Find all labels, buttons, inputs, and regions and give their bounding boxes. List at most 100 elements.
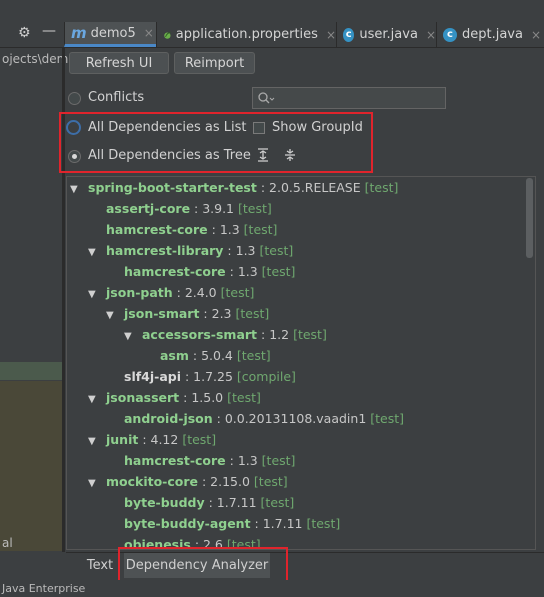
tree-row[interactable]: asm : 5.0.4 [test]	[142, 345, 271, 366]
dependency-scope: [test]	[255, 243, 294, 258]
maven-m-icon: m	[71, 24, 87, 42]
editor-tab-bar: ⚙ — m demo5 × application.properties × c…	[0, 22, 544, 48]
dependency-tree[interactable]: ▼ spring-boot-starter-test : 2.0.5.RELEAS…	[66, 176, 536, 550]
dependency-scope: [test]	[249, 474, 288, 489]
status-bar: Java Enterprise	[0, 580, 544, 597]
class-c-icon: c	[343, 27, 355, 42]
dependency-scope: [test]	[257, 453, 296, 468]
tree-row[interactable]: ▼ hamcrest-library : 1.3 [test]	[88, 240, 293, 261]
dependency-version: : 1.3	[225, 453, 258, 468]
minimize-icon[interactable]: —	[42, 23, 56, 39]
tree-row[interactable]: ▼ accessors-smart : 1.2 [test]	[124, 324, 327, 345]
dependency-name: accessors-smart	[142, 327, 258, 342]
dependency-name: slf4j-api	[124, 369, 182, 384]
tree-scrollbar[interactable]	[526, 178, 533, 258]
dependency-name: hamcrest-core	[106, 222, 208, 237]
dependency-version: : 1.3	[207, 222, 240, 237]
expand-toggle-icon[interactable]: ▼	[88, 389, 100, 410]
dependency-name: android-json	[124, 411, 213, 426]
dependency-version: : 0.0.20131108.vaadin1	[212, 411, 367, 426]
tree-row[interactable]: assertj-core : 3.9.1 [test]	[88, 198, 272, 219]
expand-toggle-icon[interactable]: ▼	[70, 179, 82, 200]
spring-leaf-icon	[164, 31, 171, 39]
expand-toggle-icon[interactable]: ▼	[124, 326, 136, 347]
tree-row[interactable]: ▼ json-path : 2.4.0 [test]	[88, 282, 254, 303]
panel-area	[0, 381, 62, 551]
dependency-name: byte-buddy-agent	[124, 516, 251, 531]
dependency-scope: [test]	[216, 285, 255, 300]
panel-text: al	[2, 536, 13, 550]
tab-text[interactable]: Text	[80, 553, 120, 578]
selected-row[interactable]	[0, 362, 62, 380]
dependency-name: json-path	[106, 285, 173, 300]
dependency-scope: [test]	[289, 327, 327, 342]
conflicts-radio[interactable]	[68, 92, 81, 105]
highlight-box-options	[59, 112, 373, 173]
refresh-ui-button[interactable]: Refresh UI	[69, 52, 169, 74]
tree-row[interactable]: ▼ jsonassert : 1.5.0 [test]	[88, 387, 261, 408]
tree-row[interactable]: ▼ junit : 4.12 [test]	[88, 429, 216, 450]
dependency-version: : 2.3	[199, 306, 232, 321]
dependency-version: : 1.7.25	[181, 369, 233, 384]
close-icon[interactable]: ×	[326, 28, 336, 42]
tree-row[interactable]: hamcrest-core : 1.3 [test]	[106, 450, 295, 471]
project-panel: ojects\dem al	[0, 22, 68, 552]
expand-toggle-icon[interactable]: ▼	[88, 473, 100, 494]
expand-toggle-icon[interactable]: ▼	[88, 242, 100, 263]
class-c-icon: c	[443, 27, 457, 42]
close-icon[interactable]: ×	[144, 26, 154, 40]
close-icon[interactable]: ×	[531, 28, 541, 42]
tab-dept-java[interactable]: c dept.java ×	[436, 22, 544, 47]
tree-row[interactable]: byte-buddy-agent : 1.7.11 [test]	[106, 513, 340, 534]
tree-row[interactable]: hamcrest-core : 1.3 [test]	[88, 219, 277, 240]
tree-row[interactable]: hamcrest-core : 1.3 [test]	[106, 261, 295, 282]
dependency-name: asm	[160, 348, 189, 363]
expand-toggle-icon[interactable]: ▼	[106, 305, 118, 326]
dependency-version: : 1.3	[225, 264, 258, 279]
dependency-scope: [test]	[302, 516, 341, 531]
tree-row[interactable]: byte-buddy : 1.7.11 [test]	[106, 492, 294, 513]
reimport-button[interactable]: Reimport	[174, 52, 255, 74]
dependency-version: : 5.0.4	[188, 348, 233, 363]
dependency-name: jsonassert	[106, 390, 180, 405]
tree-row[interactable]: ▼ json-smart : 2.3 [test]	[106, 303, 269, 324]
dependency-scope: [compile]	[232, 369, 296, 384]
tab-label: demo5	[90, 25, 136, 41]
dependency-version: : 1.5.0	[179, 390, 224, 405]
dependency-name: byte-buddy	[124, 495, 205, 510]
dependency-version: : 3.9.1	[190, 201, 235, 216]
tab-demo5[interactable]: m demo5 ×	[64, 22, 156, 47]
tree-row[interactable]: ▼ spring-boot-starter-test : 2.0.5.RELEAS…	[70, 177, 398, 198]
tab-label: dept.java	[462, 27, 523, 42]
dependency-version: : 2.0.5.RELEASE	[256, 180, 361, 195]
dependency-scope: [test]	[366, 411, 405, 426]
tree-row[interactable]: android-json : 0.0.20131108.vaadin1 [tes…	[106, 408, 404, 429]
tab-user-java[interactable]: c user.java ×	[336, 22, 436, 47]
tree-row[interactable]: ▼ mockito-core : 2.15.0 [test]	[88, 471, 288, 492]
expand-toggle-icon[interactable]: ▼	[88, 284, 100, 305]
close-icon[interactable]: ×	[426, 28, 436, 42]
splitter[interactable]	[62, 22, 65, 552]
dependency-scope: [test]	[257, 264, 296, 279]
dependency-name: assertj-core	[106, 201, 191, 216]
dependency-version: : 4.12	[138, 432, 179, 447]
gear-icon[interactable]: ⚙	[18, 25, 31, 41]
tree-row[interactable]: slf4j-api : 1.7.25 [compile]	[106, 366, 296, 387]
dependency-name: hamcrest-library	[106, 243, 224, 258]
project-path[interactable]: ojects\dem	[2, 52, 68, 66]
conflicts-label: Conflicts	[88, 90, 145, 105]
dependency-name: mockito-core	[106, 474, 199, 489]
expand-toggle-icon[interactable]: ▼	[88, 431, 100, 452]
status-text: Java Enterprise	[2, 582, 86, 595]
dependency-name: json-smart	[124, 306, 200, 321]
tab-label: user.java	[359, 27, 418, 42]
dependency-scope: [test]	[178, 432, 217, 447]
search-input[interactable]	[252, 87, 446, 109]
dependency-name: hamcrest-core	[124, 453, 226, 468]
dependency-scope: [test]	[234, 201, 272, 216]
dependency-version: : 2.15.0	[198, 474, 250, 489]
dependency-scope: [test]	[231, 306, 270, 321]
tab-application-properties[interactable]: application.properties ×	[156, 22, 336, 47]
tab-label: application.properties	[175, 27, 318, 42]
dependency-scope: [test]	[223, 390, 261, 405]
